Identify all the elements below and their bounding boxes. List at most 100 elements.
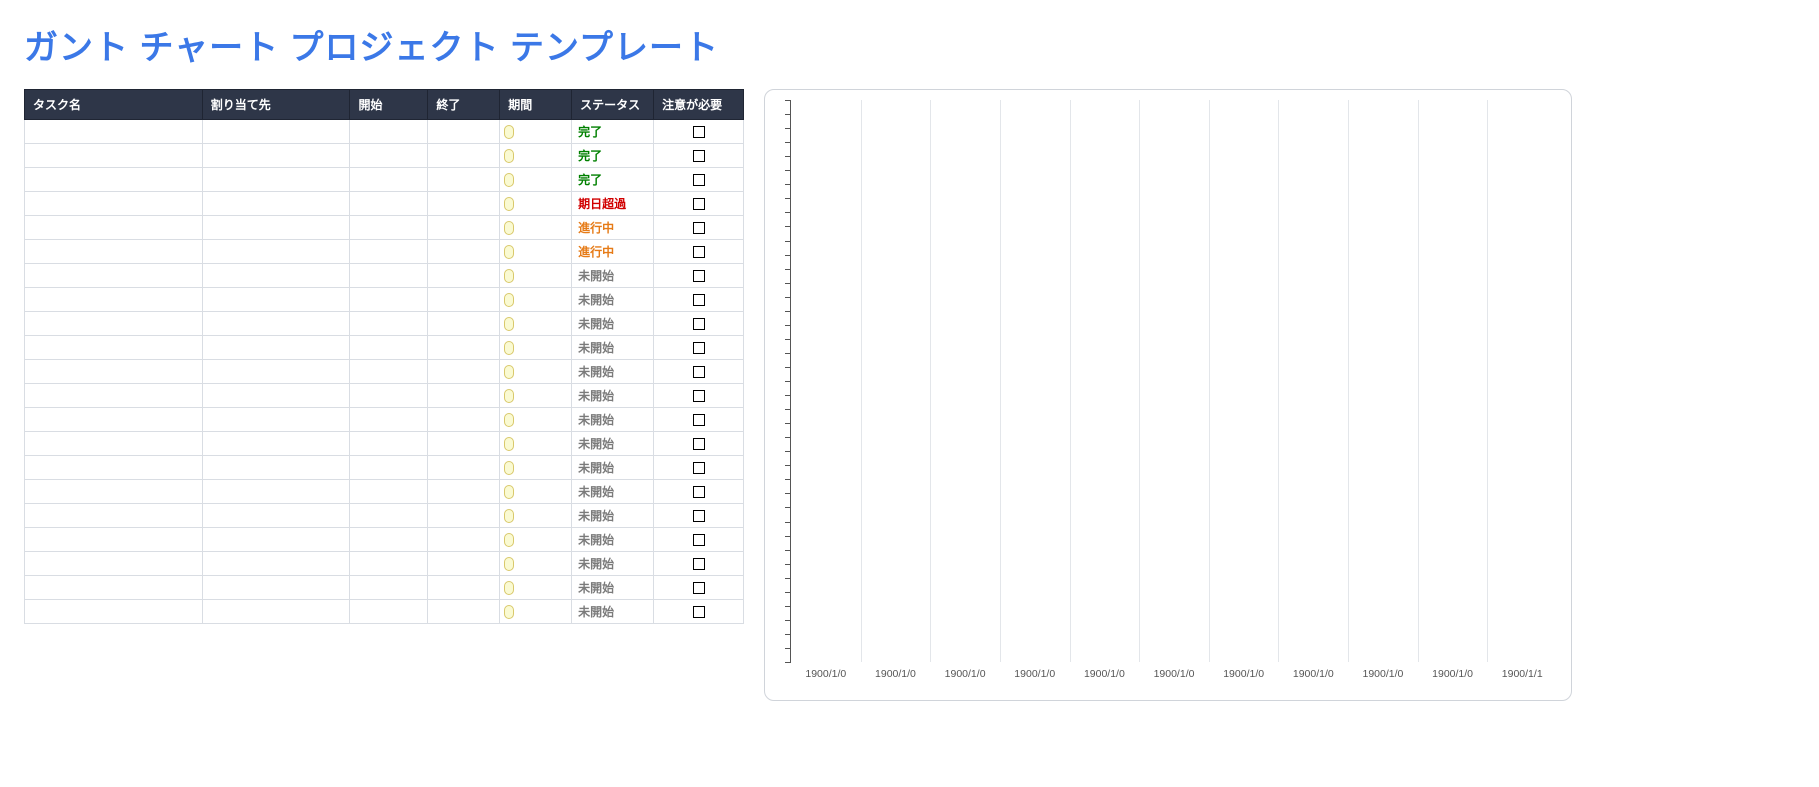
cell-assignee[interactable] [202, 360, 350, 384]
cell-duration[interactable] [500, 432, 572, 456]
cell-attention[interactable] [654, 504, 744, 528]
checkbox-icon[interactable] [693, 414, 705, 426]
cell-taskname[interactable] [25, 312, 203, 336]
cell-attention[interactable] [654, 600, 744, 624]
cell-end[interactable] [428, 600, 500, 624]
cell-duration[interactable] [500, 504, 572, 528]
cell-attention[interactable] [654, 312, 744, 336]
cell-attention[interactable] [654, 552, 744, 576]
cell-status[interactable]: 進行中 [572, 240, 654, 264]
cell-assignee[interactable] [202, 144, 350, 168]
cell-end[interactable] [428, 120, 500, 144]
cell-end[interactable] [428, 144, 500, 168]
cell-start[interactable] [350, 384, 428, 408]
cell-duration[interactable] [500, 456, 572, 480]
cell-duration[interactable] [500, 384, 572, 408]
cell-duration[interactable] [500, 288, 572, 312]
cell-status[interactable]: 未開始 [572, 576, 654, 600]
cell-status[interactable]: 未開始 [572, 384, 654, 408]
cell-assignee[interactable] [202, 240, 350, 264]
cell-start[interactable] [350, 504, 428, 528]
cell-assignee[interactable] [202, 528, 350, 552]
cell-assignee[interactable] [202, 504, 350, 528]
cell-end[interactable] [428, 408, 500, 432]
cell-assignee[interactable] [202, 264, 350, 288]
cell-attention[interactable] [654, 336, 744, 360]
cell-status[interactable]: 完了 [572, 144, 654, 168]
cell-status[interactable]: 未開始 [572, 408, 654, 432]
cell-attention[interactable] [654, 144, 744, 168]
cell-duration[interactable] [500, 552, 572, 576]
cell-assignee[interactable] [202, 480, 350, 504]
cell-end[interactable] [428, 432, 500, 456]
cell-taskname[interactable] [25, 168, 203, 192]
checkbox-icon[interactable] [693, 534, 705, 546]
checkbox-icon[interactable] [693, 582, 705, 594]
cell-duration[interactable] [500, 576, 572, 600]
cell-start[interactable] [350, 552, 428, 576]
cell-taskname[interactable] [25, 192, 203, 216]
checkbox-icon[interactable] [693, 198, 705, 210]
cell-duration[interactable] [500, 144, 572, 168]
cell-start[interactable] [350, 600, 428, 624]
checkbox-icon[interactable] [693, 486, 705, 498]
cell-taskname[interactable] [25, 480, 203, 504]
checkbox-icon[interactable] [693, 342, 705, 354]
cell-end[interactable] [428, 192, 500, 216]
cell-start[interactable] [350, 336, 428, 360]
cell-attention[interactable] [654, 264, 744, 288]
cell-start[interactable] [350, 456, 428, 480]
cell-start[interactable] [350, 528, 428, 552]
cell-start[interactable] [350, 264, 428, 288]
cell-start[interactable] [350, 168, 428, 192]
cell-start[interactable] [350, 240, 428, 264]
cell-attention[interactable] [654, 192, 744, 216]
cell-status[interactable]: 未開始 [572, 312, 654, 336]
checkbox-icon[interactable] [693, 126, 705, 138]
cell-end[interactable] [428, 576, 500, 600]
cell-assignee[interactable] [202, 288, 350, 312]
cell-assignee[interactable] [202, 576, 350, 600]
checkbox-icon[interactable] [693, 174, 705, 186]
checkbox-icon[interactable] [693, 246, 705, 258]
cell-status[interactable]: 完了 [572, 120, 654, 144]
cell-taskname[interactable] [25, 360, 203, 384]
cell-start[interactable] [350, 288, 428, 312]
cell-duration[interactable] [500, 360, 572, 384]
checkbox-icon[interactable] [693, 294, 705, 306]
cell-attention[interactable] [654, 432, 744, 456]
cell-end[interactable] [428, 504, 500, 528]
cell-status[interactable]: 未開始 [572, 480, 654, 504]
cell-attention[interactable] [654, 120, 744, 144]
checkbox-icon[interactable] [693, 462, 705, 474]
cell-start[interactable] [350, 192, 428, 216]
cell-duration[interactable] [500, 120, 572, 144]
cell-attention[interactable] [654, 456, 744, 480]
checkbox-icon[interactable] [693, 438, 705, 450]
cell-end[interactable] [428, 288, 500, 312]
cell-end[interactable] [428, 264, 500, 288]
cell-taskname[interactable] [25, 528, 203, 552]
cell-end[interactable] [428, 336, 500, 360]
cell-assignee[interactable] [202, 312, 350, 336]
cell-attention[interactable] [654, 576, 744, 600]
cell-status[interactable]: 未開始 [572, 288, 654, 312]
cell-attention[interactable] [654, 168, 744, 192]
cell-assignee[interactable] [202, 192, 350, 216]
cell-attention[interactable] [654, 384, 744, 408]
cell-status[interactable]: 未開始 [572, 432, 654, 456]
cell-attention[interactable] [654, 408, 744, 432]
cell-assignee[interactable] [202, 216, 350, 240]
cell-duration[interactable] [500, 600, 572, 624]
checkbox-icon[interactable] [693, 222, 705, 234]
cell-duration[interactable] [500, 240, 572, 264]
cell-taskname[interactable] [25, 216, 203, 240]
cell-duration[interactable] [500, 216, 572, 240]
cell-end[interactable] [428, 552, 500, 576]
cell-start[interactable] [350, 120, 428, 144]
cell-assignee[interactable] [202, 384, 350, 408]
cell-attention[interactable] [654, 288, 744, 312]
cell-status[interactable]: 完了 [572, 168, 654, 192]
cell-end[interactable] [428, 456, 500, 480]
cell-taskname[interactable] [25, 456, 203, 480]
